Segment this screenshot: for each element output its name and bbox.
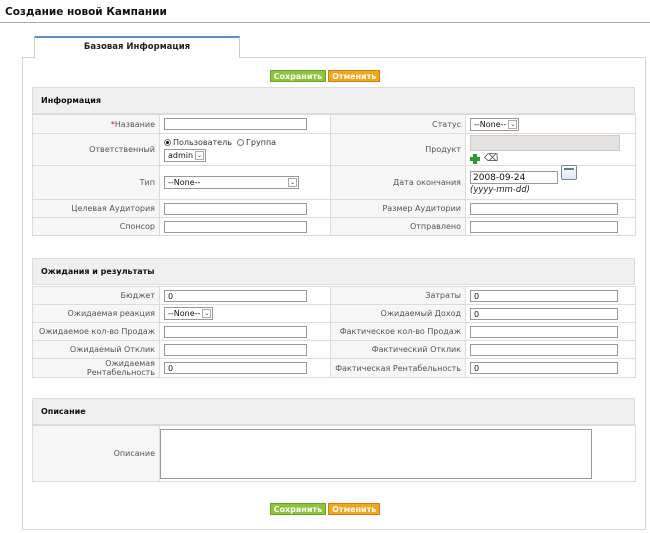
product-label: Продукт bbox=[330, 133, 466, 166]
expected-revenue-label: Ожидаемый Доход bbox=[330, 304, 466, 323]
status-select[interactable]: --None-- ⌄ bbox=[470, 117, 520, 131]
cancel-button-bottom[interactable]: Отменить bbox=[328, 503, 381, 515]
actual-sales-label: Фактическое кол-во Продаж bbox=[330, 322, 466, 341]
cost-input[interactable]: 0 bbox=[470, 289, 618, 302]
save-button-bottom[interactable]: Сохранить bbox=[269, 503, 327, 515]
budget-input[interactable]: 0 bbox=[164, 289, 307, 302]
calendar-icon[interactable] bbox=[561, 164, 577, 180]
expected-response-select[interactable]: --None-- ⌄ bbox=[164, 307, 214, 320]
description-textarea[interactable] bbox=[160, 428, 592, 479]
radio-user-label: Пользователь bbox=[173, 137, 232, 147]
title-divider bbox=[0, 22, 650, 23]
expected-revenue-input[interactable]: 0 bbox=[470, 307, 618, 320]
date-format-hint: (yyyy-mm-dd) bbox=[470, 184, 530, 195]
actual-roi-input[interactable]: 0 bbox=[470, 362, 618, 374]
top-button-bar: Сохранить Отменить bbox=[0, 70, 650, 82]
name-input[interactable] bbox=[164, 118, 307, 130]
cost-label: Затраты bbox=[330, 286, 466, 305]
expected-reply-label: Ожидаемый Отклик bbox=[32, 340, 160, 359]
section-header-description: Описание bbox=[32, 398, 635, 425]
chevron-down-icon: ⌄ bbox=[195, 150, 205, 160]
chevron-down-icon: ⌄ bbox=[508, 119, 518, 129]
chevron-down-icon: ⌄ bbox=[288, 178, 297, 187]
sponsor-input[interactable] bbox=[164, 220, 307, 233]
cancel-button-top[interactable]: Отменить bbox=[328, 70, 381, 82]
bottom-button-bar: Сохранить Отменить bbox=[0, 503, 650, 515]
actual-roi-label: Фактическая Рентабельность bbox=[330, 358, 466, 378]
expectations-table: Бюджет 0 Затраты 0 Ожидаемая реакция --N… bbox=[32, 286, 636, 378]
info-table: *Название Статус --None-- ⌄ Ответственный… bbox=[32, 114, 636, 236]
end-date-label: Дата окончания bbox=[330, 165, 466, 200]
sponsor-label: Спонсор bbox=[32, 217, 160, 236]
budget-label: Бюджет bbox=[32, 286, 160, 305]
tab-basic-info[interactable]: Базовая Информация bbox=[34, 36, 240, 58]
radio-group-label: Группа bbox=[246, 137, 277, 147]
expected-sales-input[interactable] bbox=[164, 325, 307, 338]
section-header-info: Информация bbox=[32, 87, 635, 114]
type-select[interactable]: --None-- ⌄ bbox=[164, 176, 299, 189]
chevron-down-icon: ⌄ bbox=[202, 309, 212, 318]
expected-sales-label: Ожидаемое кол-во Продаж bbox=[32, 322, 160, 341]
product-field[interactable] bbox=[470, 135, 620, 151]
actual-sales-input[interactable] bbox=[470, 325, 618, 338]
expected-response-label: Ожидаемая реакция bbox=[32, 304, 160, 323]
eraser-icon[interactable]: ⌫ bbox=[484, 154, 498, 164]
target-audience-input[interactable] bbox=[164, 202, 307, 215]
expected-roi-label: Ожидаемая Рентабельность bbox=[32, 358, 160, 378]
audience-size-label: Размер Аудитории bbox=[330, 199, 466, 218]
radio-group[interactable] bbox=[237, 138, 245, 146]
end-date-input[interactable]: 2008-09-24 bbox=[470, 170, 558, 184]
assigned-select[interactable]: admin ⌄ bbox=[164, 148, 207, 162]
save-button-top[interactable]: Сохранить bbox=[269, 70, 327, 82]
status-label: Статус bbox=[330, 114, 466, 134]
actual-reply-label: Фактический Отклик bbox=[330, 340, 466, 359]
audience-size-input[interactable] bbox=[470, 202, 618, 215]
description-label: Описание bbox=[32, 425, 160, 482]
actual-reply-input[interactable] bbox=[470, 343, 618, 356]
description-table: Описание bbox=[32, 425, 636, 482]
sent-input[interactable] bbox=[470, 220, 618, 233]
expected-reply-input[interactable] bbox=[164, 343, 307, 356]
plus-icon[interactable] bbox=[470, 154, 480, 164]
expected-roi-input[interactable]: 0 bbox=[164, 362, 307, 374]
page-title: Создание новой Кампании bbox=[5, 6, 167, 18]
sent-label: Отправлено bbox=[330, 217, 466, 236]
section-header-expectations: Ожидания и результаты bbox=[32, 258, 635, 285]
name-label: *Название bbox=[32, 114, 160, 134]
target-audience-label: Целевая Аудитория bbox=[32, 199, 160, 218]
type-label: Тип bbox=[32, 165, 160, 200]
assigned-label: Ответственный bbox=[32, 133, 160, 166]
radio-user[interactable] bbox=[164, 138, 171, 146]
